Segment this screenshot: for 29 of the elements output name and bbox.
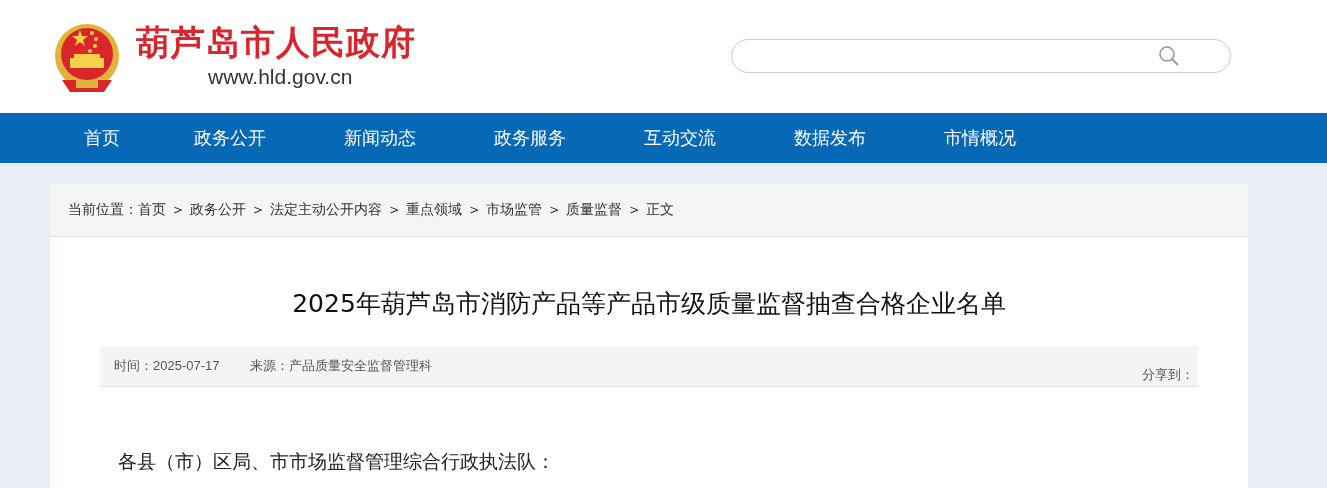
nav-link[interactable]: 政务公开: [194, 126, 344, 150]
breadcrumb-label: 当前位置：: [68, 201, 138, 219]
breadcrumb-separator: >: [469, 203, 480, 217]
article-source: 来源：产品质量安全监督管理科: [249, 357, 432, 375]
article-paragraph: 各县（市）区局、市市场监督管理综合行政执法队：: [118, 449, 556, 474]
breadcrumb-link[interactable]: 市场监管: [486, 201, 543, 219]
share-label: 分享到：: [1142, 366, 1194, 384]
breadcrumb-separator: >: [389, 203, 400, 217]
nav-link[interactable]: 互动交流: [644, 126, 794, 150]
breadcrumb-link[interactable]: 重点领域: [406, 201, 463, 219]
nav-link[interactable]: 首页: [84, 126, 194, 150]
nav-link[interactable]: 数据发布: [794, 126, 944, 150]
nav-link[interactable]: 政务服务: [494, 126, 644, 150]
breadcrumb-link[interactable]: 质量监督: [566, 201, 623, 219]
breadcrumb-separator: >: [629, 203, 640, 217]
breadcrumb-link[interactable]: 正文: [646, 201, 675, 219]
search-icon[interactable]: [1158, 44, 1180, 67]
nav-link[interactable]: 新闻动态: [344, 126, 494, 150]
publish-time: 时间：2025-07-17: [114, 357, 220, 375]
breadcrumb-separator: >: [549, 203, 560, 217]
breadcrumb-link[interactable]: 首页: [138, 201, 166, 219]
site-url: www.hld.gov.cn: [208, 63, 353, 90]
breadcrumb-separator: >: [173, 203, 184, 217]
site-title: 葫芦岛市人民政府: [136, 21, 416, 62]
article-title: 2025年葫芦岛市消防产品等产品市级质量监督抽查合格企业名单: [291, 288, 1007, 320]
nav-link[interactable]: 市情概况: [944, 126, 1094, 150]
breadcrumb-link[interactable]: 法定主动公开内容: [270, 201, 383, 219]
breadcrumb-link[interactable]: 政务公开: [190, 201, 247, 219]
breadcrumb-separator: >: [253, 203, 264, 217]
